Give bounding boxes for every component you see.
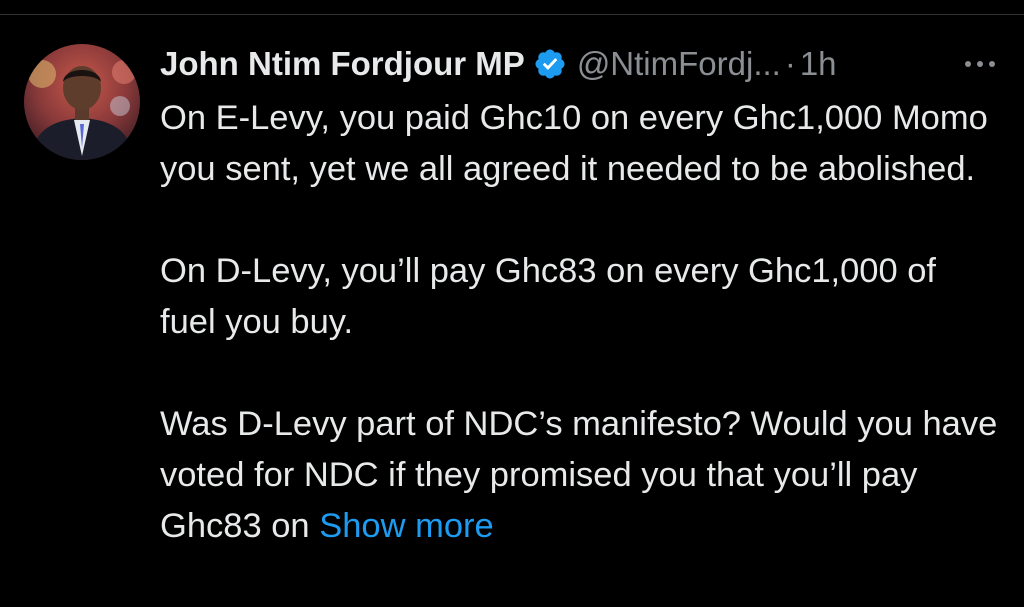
top-divider [0,14,1024,15]
tweet-paragraph-3: Was D-Levy part of NDC’s manifesto? Woul… [160,399,1000,552]
tweet-text: On E-Levy, you paid Ghc10 on every Ghc1,… [160,93,1000,552]
show-more-link[interactable]: Show more [319,507,494,545]
avatar[interactable] [24,44,140,160]
verified-badge-icon [533,47,567,81]
tweet-paragraph-3-text: Was D-Levy part of NDC’s manifesto? Woul… [160,405,998,545]
author-name[interactable]: John Ntim Fordjour MP [160,45,525,83]
author-handle[interactable]: @NtimFordj... [577,45,781,83]
tweet-paragraph-2: On D-Levy, you’ll pay Ghc83 on every Ghc… [160,252,937,341]
separator-dot: · [784,45,796,82]
tweet-paragraph-1: On E-Levy, you paid Ghc10 on every Ghc1,… [160,99,988,188]
tweet-header: John Ntim Fordjour MP @NtimFordj... · 1h [160,40,837,88]
tweet-timestamp[interactable]: 1h [800,45,837,83]
more-options-icon[interactable] [960,56,1000,72]
